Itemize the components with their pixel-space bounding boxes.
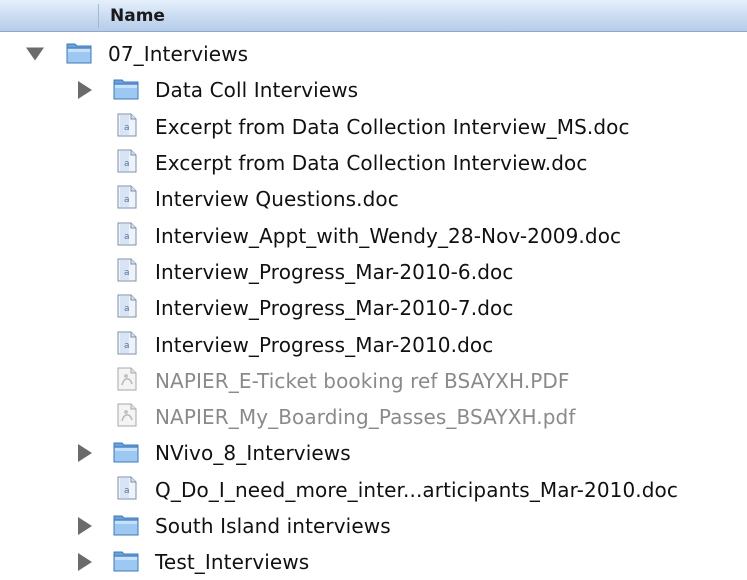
svg-text:a: a	[124, 268, 130, 278]
file-name: Excerpt from Data Collection Interview.d…	[155, 151, 588, 176]
svg-text:a: a	[124, 486, 130, 496]
folder-row[interactable]: South Island interviews	[0, 508, 747, 544]
document-icon: a	[117, 149, 137, 177]
svg-text:a: a	[124, 232, 130, 242]
svg-text:a: a	[124, 195, 130, 205]
folder-name: NVivo_8_Interviews	[155, 441, 351, 466]
document-icon: a	[117, 222, 137, 250]
file-row[interactable]: a Interview_Progress_Mar-2010-7.doc	[0, 290, 747, 326]
disclosure-triangle-right-icon[interactable]	[78, 553, 92, 572]
folder-row[interactable]: NVivo_8_Interviews	[0, 435, 747, 471]
svg-text:a: a	[124, 159, 130, 169]
document-icon: a	[117, 185, 137, 213]
file-row[interactable]: a Q_Do_I_need_more_inter...articipants_M…	[0, 472, 747, 508]
name-column-header[interactable]: Name	[110, 6, 165, 26]
document-icon: a	[117, 113, 137, 141]
file-row[interactable]: a Excerpt from Data Collection Interview…	[0, 145, 747, 181]
file-name: Excerpt from Data Collection Interview_M…	[155, 114, 630, 139]
pdf-icon	[117, 403, 137, 431]
column-separator	[98, 4, 99, 28]
folder-name: 07_Interviews	[108, 42, 249, 67]
folder-icon	[113, 548, 139, 576]
file-row[interactable]: NAPIER_E-Ticket booking ref BSAYXH.PDF	[0, 363, 747, 399]
svg-text:a: a	[124, 123, 130, 133]
svg-text:a: a	[124, 304, 130, 314]
file-name: Q_Do_I_need_more_inter...articipants_Mar…	[155, 477, 678, 502]
svg-text:a: a	[124, 341, 130, 351]
file-name: NAPIER_My_Boarding_Passes_BSAYXH.pdf	[155, 405, 576, 430]
document-icon: a	[117, 294, 137, 322]
folder-icon	[113, 512, 139, 540]
file-row[interactable]: a Interview_Progress_Mar-2010-6.doc	[0, 254, 747, 290]
file-name: Interview Questions.doc	[155, 187, 399, 212]
file-row[interactable]: a Interview_Progress_Mar-2010.doc	[0, 326, 747, 362]
disclosure-triangle-right-icon[interactable]	[78, 444, 92, 463]
document-icon: a	[117, 476, 137, 504]
pdf-icon	[117, 367, 137, 395]
folder-row[interactable]: Data Coll Interviews	[0, 72, 747, 108]
column-header-bar: Name	[0, 0, 747, 32]
file-row[interactable]: a Excerpt from Data Collection Interview…	[0, 109, 747, 145]
folder-name: Data Coll Interviews	[155, 78, 359, 103]
folder-name: South Island interviews	[155, 514, 391, 538]
disclosure-triangle-right-icon[interactable]	[78, 517, 92, 535]
folder-icon	[113, 439, 139, 467]
file-row[interactable]: NAPIER_My_Boarding_Passes_BSAYXH.pdf	[0, 399, 747, 435]
folder-name: Test_Interviews	[155, 550, 310, 575]
folder-row[interactable]: Test_Interviews	[0, 544, 747, 580]
file-tree: 07_Interviews Data Coll Interviews a Exc…	[0, 36, 747, 580]
file-name: NAPIER_E-Ticket booking ref BSAYXH.PDF	[155, 368, 570, 393]
file-row[interactable]: a Interview_Appt_with_Wendy_28-Nov-2009.…	[0, 217, 747, 253]
document-icon: a	[117, 331, 137, 359]
file-row[interactable]: a Interview Questions.doc	[0, 181, 747, 217]
folder-icon	[66, 40, 92, 68]
folder-icon	[113, 76, 139, 104]
disclosure-triangle-right-icon[interactable]	[78, 81, 92, 100]
tree-row-root[interactable]: 07_Interviews	[0, 36, 747, 72]
file-name: Interview_Progress_Mar-2010.doc	[155, 332, 494, 357]
file-name: Interview_Appt_with_Wendy_28-Nov-2009.do…	[155, 223, 622, 248]
file-name: Interview_Progress_Mar-2010-7.doc	[155, 296, 514, 321]
document-icon: a	[117, 258, 137, 286]
disclosure-triangle-down-icon[interactable]	[26, 47, 44, 61]
file-name: Interview_Progress_Mar-2010-6.doc	[155, 259, 514, 284]
